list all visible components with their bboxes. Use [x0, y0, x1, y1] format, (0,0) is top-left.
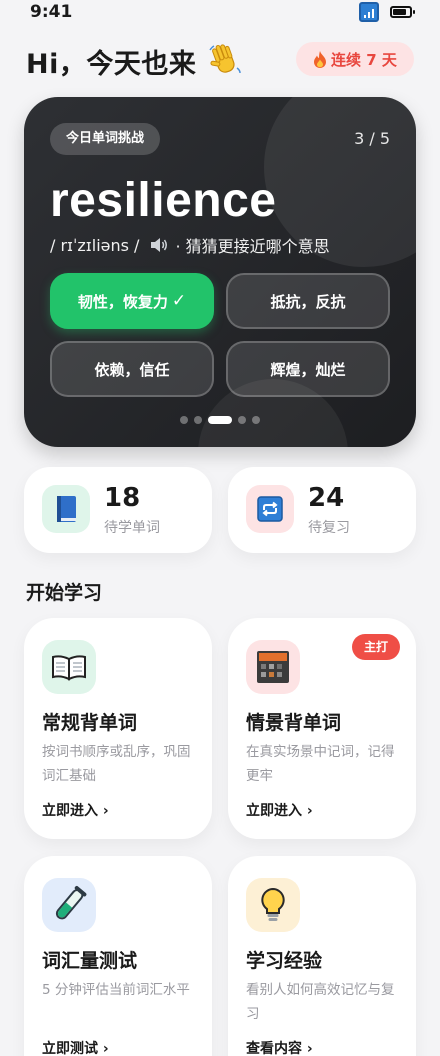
feature-icon-box [246, 878, 300, 932]
feature-card-scene[interactable]: 主打 情景背单词 在真实场景中记词，记得更牢 立即进入 › [228, 618, 416, 839]
hint-text: · 猜猜更接近哪个意思 [175, 237, 330, 256]
feature-title: 情景背单词 [246, 712, 342, 734]
stat-label: 待复习 [308, 520, 350, 536]
page-indicator[interactable] [24, 416, 416, 424]
feature-title: 常规背单词 [42, 712, 138, 734]
feature-icon-box [246, 640, 300, 694]
feature-link[interactable]: 立即测试 › [42, 1038, 109, 1056]
featured-badge: 主打 [351, 634, 400, 660]
page-dot-active[interactable] [208, 416, 232, 424]
feature-icon-box [42, 878, 96, 932]
stat-label: 待学单词 [104, 520, 160, 536]
page-dot[interactable] [194, 416, 202, 424]
stat-value: 18 [104, 483, 141, 513]
status-bar: 9:41 [0, 0, 440, 28]
check-icon: ✓ [171, 291, 187, 311]
stat-icon-box [246, 485, 294, 533]
greeting-title: Hi，今天也来 [26, 49, 197, 80]
option-label: 抵抗，反抗 [270, 292, 346, 311]
battery-icon [390, 6, 415, 18]
speaker-icon[interactable] [149, 236, 169, 254]
challenge-tag: 今日单词挑战 [50, 123, 161, 155]
word-challenge-card: 今日单词挑战 3 / 5 resilience / rɪˈzɪliəns / ·… [24, 97, 416, 447]
challenge-word: resilience [50, 174, 277, 227]
option-button-correct[interactable]: 韧性，恢复力 ✓ [50, 273, 214, 329]
streak-badge[interactable]: 连续 7 天 [296, 42, 414, 76]
streak-label: 连续 7 天 [331, 50, 397, 69]
feature-desc: 按词书顺序或乱序，巩固词汇基础 [42, 744, 191, 784]
feature-card-vocab-test[interactable]: 词汇量测试 5 分钟评估当前词汇水平 立即测试 › [24, 856, 212, 1056]
stat-icon-box [42, 485, 90, 533]
signal-icon [359, 2, 379, 22]
status-time: 9:41 [30, 2, 73, 22]
feature-desc: 5 分钟评估当前词汇水平 [42, 982, 190, 998]
feature-desc: 在真实场景中记词，记得更牢 [246, 744, 395, 784]
stat-value: 24 [308, 483, 345, 513]
page-dot[interactable] [252, 416, 260, 424]
open-book-icon [52, 655, 86, 681]
scene-icon [257, 651, 289, 683]
option-button[interactable]: 辉煌，灿烂 [226, 341, 390, 397]
page-dot[interactable] [180, 416, 188, 424]
book-icon [57, 496, 76, 522]
feature-link[interactable]: 查看内容 › [246, 1038, 313, 1056]
section-title: 开始学习 [26, 582, 103, 604]
feature-desc: 看别人如何高效记忆与复习 [246, 982, 395, 1022]
option-button[interactable]: 抵抗，反抗 [226, 273, 390, 329]
feature-icon-box [42, 640, 96, 694]
option-label: 辉煌，灿烂 [270, 360, 346, 379]
waving-hand-icon [209, 44, 241, 74]
feature-link[interactable]: 立即进入 › [246, 800, 313, 820]
stat-card-to-review[interactable]: 24 待复习 [228, 467, 416, 553]
option-button[interactable]: 依赖，信任 [50, 341, 214, 397]
phonetic-row: / rɪˈzɪliəns / · 猜猜更接近哪个意思 [50, 233, 330, 257]
feature-card-experience[interactable]: 学习经验 看别人如何高效记忆与复习 查看内容 › [228, 856, 416, 1056]
lightbulb-icon [261, 887, 285, 921]
feature-title: 词汇量测试 [42, 950, 138, 972]
challenge-progress: 3 / 5 [354, 129, 390, 148]
phonetic-text: / rɪˈzɪliəns / [50, 235, 140, 255]
option-label: 依赖，信任 [94, 360, 170, 379]
feature-card-regular[interactable]: 常规背单词 按词书顺序或乱序，巩固词汇基础 立即进入 › [24, 618, 212, 839]
test-tube-icon [55, 885, 87, 920]
fire-icon [314, 50, 327, 68]
repeat-icon [257, 496, 283, 522]
page-dot[interactable] [238, 416, 246, 424]
stat-card-to-learn[interactable]: 18 待学单词 [24, 467, 212, 553]
feature-link[interactable]: 立即进入 › [42, 800, 109, 820]
feature-title: 学习经验 [246, 950, 323, 972]
option-label: 韧性，恢复力 [77, 292, 168, 311]
